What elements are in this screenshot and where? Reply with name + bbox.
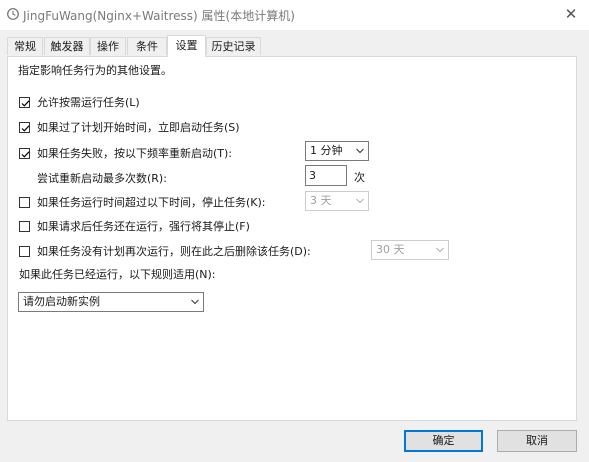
- delete-if-not-scheduled-checkbox[interactable]: [19, 246, 30, 257]
- tab-general[interactable]: 常规: [7, 37, 43, 55]
- settings-panel: 指定影响任务行为的其他设置。 允许按需运行任务(L) 如果过了计划开始时间，立即…: [7, 56, 577, 421]
- stop-if-runs-longer-label: 如果任务运行时间超过以下时间，停止任务(K):: [37, 196, 266, 209]
- restart-attempts-input[interactable]: 3: [305, 165, 347, 186]
- checkmark-icon: [21, 100, 30, 107]
- checkmark-icon: [21, 151, 30, 158]
- delete-duration-select[interactable]: 30 天: [371, 240, 449, 260]
- title-bar: JingFuWang(Nginx+Waitress) 属性(本地计算机) ✕: [0, 0, 589, 30]
- clock-icon: [7, 8, 19, 20]
- checkmark-icon: [21, 125, 30, 132]
- already-running-rule-select[interactable]: 请勿启动新实例: [18, 292, 204, 312]
- ok-button[interactable]: 确定: [404, 430, 483, 452]
- restart-attempts-label: 尝试重新启动最多次数(R):: [37, 172, 167, 185]
- window-title: JingFuWang(Nginx+Waitress) 属性(本地计算机): [23, 9, 295, 23]
- chevron-down-icon: [356, 148, 364, 154]
- tab-history[interactable]: 历史记录: [206, 37, 261, 55]
- already-running-label: 如果此任务已经运行，以下规则适用(N):: [19, 268, 216, 281]
- allow-on-demand-checkbox[interactable]: [19, 97, 30, 108]
- delete-if-not-scheduled-label: 如果任务没有计划再次运行，则在此之后删除该任务(D):: [37, 245, 311, 258]
- force-stop-checkbox[interactable]: [19, 221, 30, 232]
- run-after-missed-label: 如果过了计划开始时间，立即启动任务(S): [37, 121, 240, 134]
- restart-interval-select[interactable]: 1 分钟: [305, 141, 369, 161]
- force-stop-label: 如果请求后任务还在运行，强行将其停止(F): [37, 220, 250, 233]
- chevron-down-icon: [356, 198, 364, 204]
- tab-strip: 常规 触发器 操作 条件 设置 历史记录: [7, 35, 579, 57]
- stop-if-runs-longer-checkbox[interactable]: [19, 197, 30, 208]
- tab-triggers[interactable]: 触发器: [44, 37, 90, 55]
- restart-on-fail-checkbox[interactable]: [19, 148, 30, 159]
- chevron-down-icon: [191, 299, 199, 305]
- settings-description: 指定影响任务行为的其他设置。: [18, 64, 172, 77]
- chevron-down-icon: [436, 247, 444, 253]
- stop-duration-value: 3 天: [310, 194, 332, 207]
- restart-on-fail-label: 如果任务失败，按以下频率重新启动(T):: [37, 147, 233, 160]
- stop-duration-select[interactable]: 3 天: [305, 191, 369, 211]
- task-properties-dialog: JingFuWang(Nginx+Waitress) 属性(本地计算机) ✕ 常…: [0, 0, 589, 462]
- delete-duration-value: 30 天: [376, 243, 405, 256]
- cancel-button[interactable]: 取消: [497, 430, 577, 452]
- tab-actions[interactable]: 操作: [90, 37, 126, 55]
- already-running-rule-value: 请勿启动新实例: [23, 295, 100, 308]
- restart-attempts-unit: 次: [354, 171, 365, 184]
- allow-on-demand-label: 允许按需运行任务(L): [37, 96, 140, 109]
- tab-conditions[interactable]: 条件: [127, 37, 167, 55]
- close-button[interactable]: ✕: [560, 3, 582, 25]
- tab-settings[interactable]: 设置: [167, 35, 206, 57]
- restart-interval-value: 1 分钟: [310, 144, 343, 157]
- run-after-missed-checkbox[interactable]: [19, 122, 30, 133]
